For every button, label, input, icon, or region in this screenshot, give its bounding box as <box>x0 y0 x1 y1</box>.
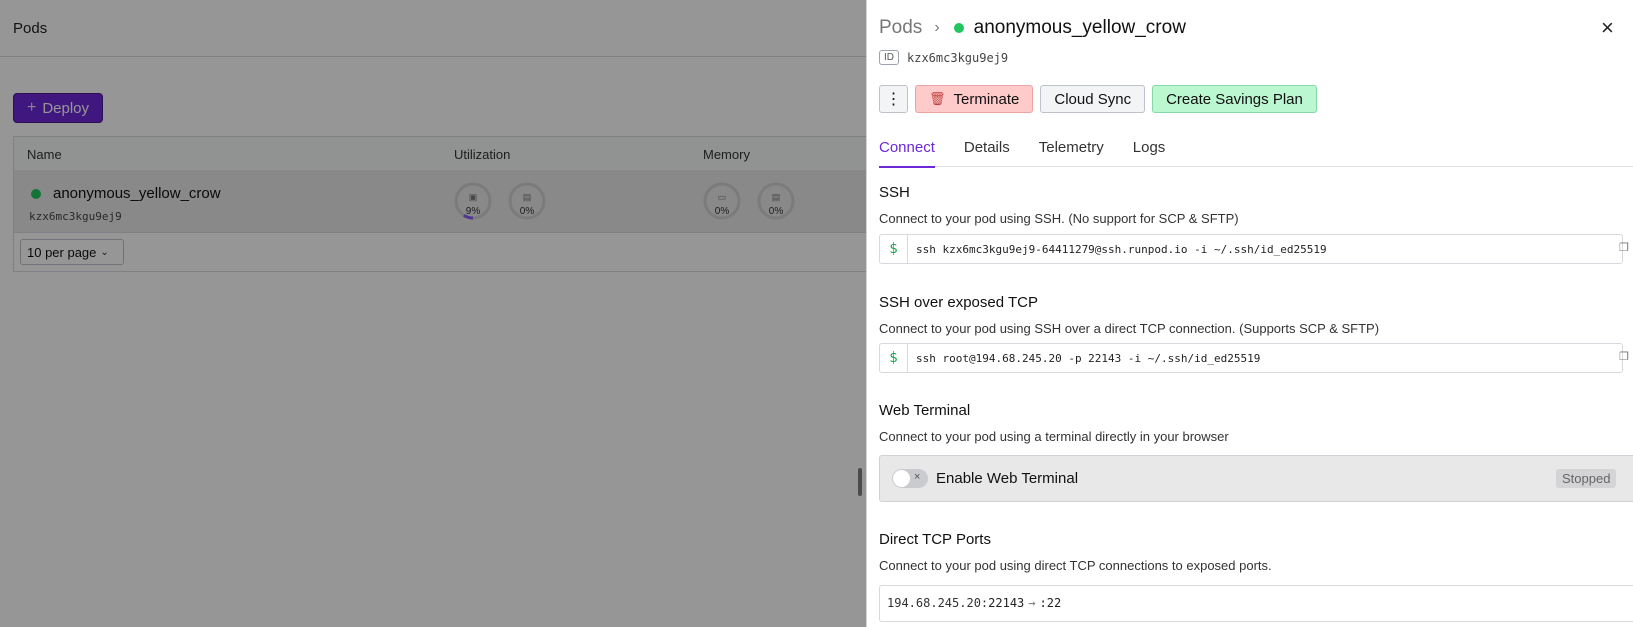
close-icon[interactable]: × <box>1601 15 1614 41</box>
breadcrumb-pods-link[interactable]: Pods <box>879 17 922 39</box>
tab-details[interactable]: Details <box>964 137 1010 166</box>
ssh-command: ssh kzx6mc3kgu9ej9-64411279@ssh.runpod.i… <box>916 242 1327 256</box>
drawer-tabs: Connect Details Telemetry Logs <box>879 137 1633 168</box>
trash-icon: 🗑 <box>929 91 946 106</box>
toggle-off-icon: × <box>914 471 921 483</box>
ssh-tcp-section: SSH over exposed TCP Connect to your pod… <box>879 294 1379 336</box>
drawer-resize-handle[interactable] <box>858 468 862 496</box>
pod-id-line: ID kzx6mc3kgu9ej9 <box>879 50 1008 65</box>
ssh-tcp-title: SSH over exposed TCP <box>879 294 1038 311</box>
breadcrumb: Pods › anonymous_yellow_crow <box>879 17 1186 39</box>
pod-drawer: Pods › anonymous_yellow_crow × ID kzx6mc… <box>866 0 1633 627</box>
tcp-ports-description: Connect to your pod using direct TCP con… <box>879 558 1272 573</box>
toggle-knob <box>893 470 910 487</box>
tcp-port-mapping[interactable]: 194.68.245.20:22143 → :22 <box>879 585 1633 622</box>
ssh-tcp-description: Connect to your pod using SSH over a dir… <box>879 321 1380 336</box>
terminate-button[interactable]: 🗑 Terminate <box>915 85 1034 113</box>
arrow-right-icon: → <box>1028 596 1036 610</box>
tcp-internal-port: :22 <box>1039 596 1062 610</box>
status-badge: Stopped <box>1556 469 1617 488</box>
drawer-pod-name: anonymous_yellow_crow <box>973 17 1186 38</box>
ssh-command-box[interactable]: $ ssh kzx6mc3kgu9ej9-64411279@ssh.runpod… <box>879 234 1623 264</box>
modal-backdrop[interactable] <box>0 0 866 627</box>
web-terminal-description: Connect to your pod using a terminal dir… <box>879 429 1229 444</box>
cloud-sync-button[interactable]: Cloud Sync <box>1040 85 1146 113</box>
tcp-public-port: 22143 <box>988 596 1025 610</box>
more-options-button[interactable]: ⋮ <box>879 85 908 113</box>
tab-connect[interactable]: Connect <box>879 137 935 168</box>
ssh-tcp-command-box[interactable]: $ ssh root@194.68.245.20 -p 22143 -i ~/.… <box>879 343 1623 373</box>
tab-telemetry[interactable]: Telemetry <box>1039 137 1104 166</box>
port-mapping-line: 194.68.245.20:22143 → :22 <box>887 596 1061 610</box>
enable-web-terminal-label: Enable Web Terminal <box>936 470 1079 487</box>
status-dot-icon <box>953 23 964 33</box>
tcp-ip: 194.68.245.20: <box>887 596 989 610</box>
web-terminal-toggle[interactable]: × <box>892 469 928 488</box>
web-terminal-title: Web Terminal <box>879 402 971 419</box>
tab-logs[interactable]: Logs <box>1133 137 1166 166</box>
ssh-title: SSH <box>879 184 910 201</box>
action-bar: ⋮ 🗑 Terminate Cloud Sync Create Savings … <box>879 85 1317 113</box>
copy-icon[interactable]: ❐ <box>1619 241 1633 255</box>
prompt-symbol: $ <box>880 344 908 372</box>
id-badge: ID <box>879 50 899 65</box>
tcp-ports-section: Direct TCP Ports Connect to your pod usi… <box>879 531 1272 573</box>
copy-icon[interactable]: ❐ <box>1619 350 1633 364</box>
create-savings-plan-button[interactable]: Create Savings Plan <box>1152 85 1317 113</box>
terminate-label: Terminate <box>953 90 1020 108</box>
ssh-section: SSH Connect to your pod using SSH. (No s… <box>879 184 1239 226</box>
chevron-right-icon: › <box>934 19 940 36</box>
drawer-pod-id[interactable]: kzx6mc3kgu9ej9 <box>907 51 1008 65</box>
web-terminal-box: × Enable Web Terminal Stopped <box>879 455 1633 502</box>
prompt-symbol: $ <box>880 235 908 263</box>
tcp-ports-title: Direct TCP Ports <box>879 531 991 548</box>
ssh-tcp-command: ssh root@194.68.245.20 -p 22143 -i ~/.ss… <box>916 351 1261 365</box>
ssh-description: Connect to your pod using SSH. (No suppo… <box>879 211 1239 226</box>
web-terminal-section: Web Terminal Connect to your pod using a… <box>879 402 1229 444</box>
